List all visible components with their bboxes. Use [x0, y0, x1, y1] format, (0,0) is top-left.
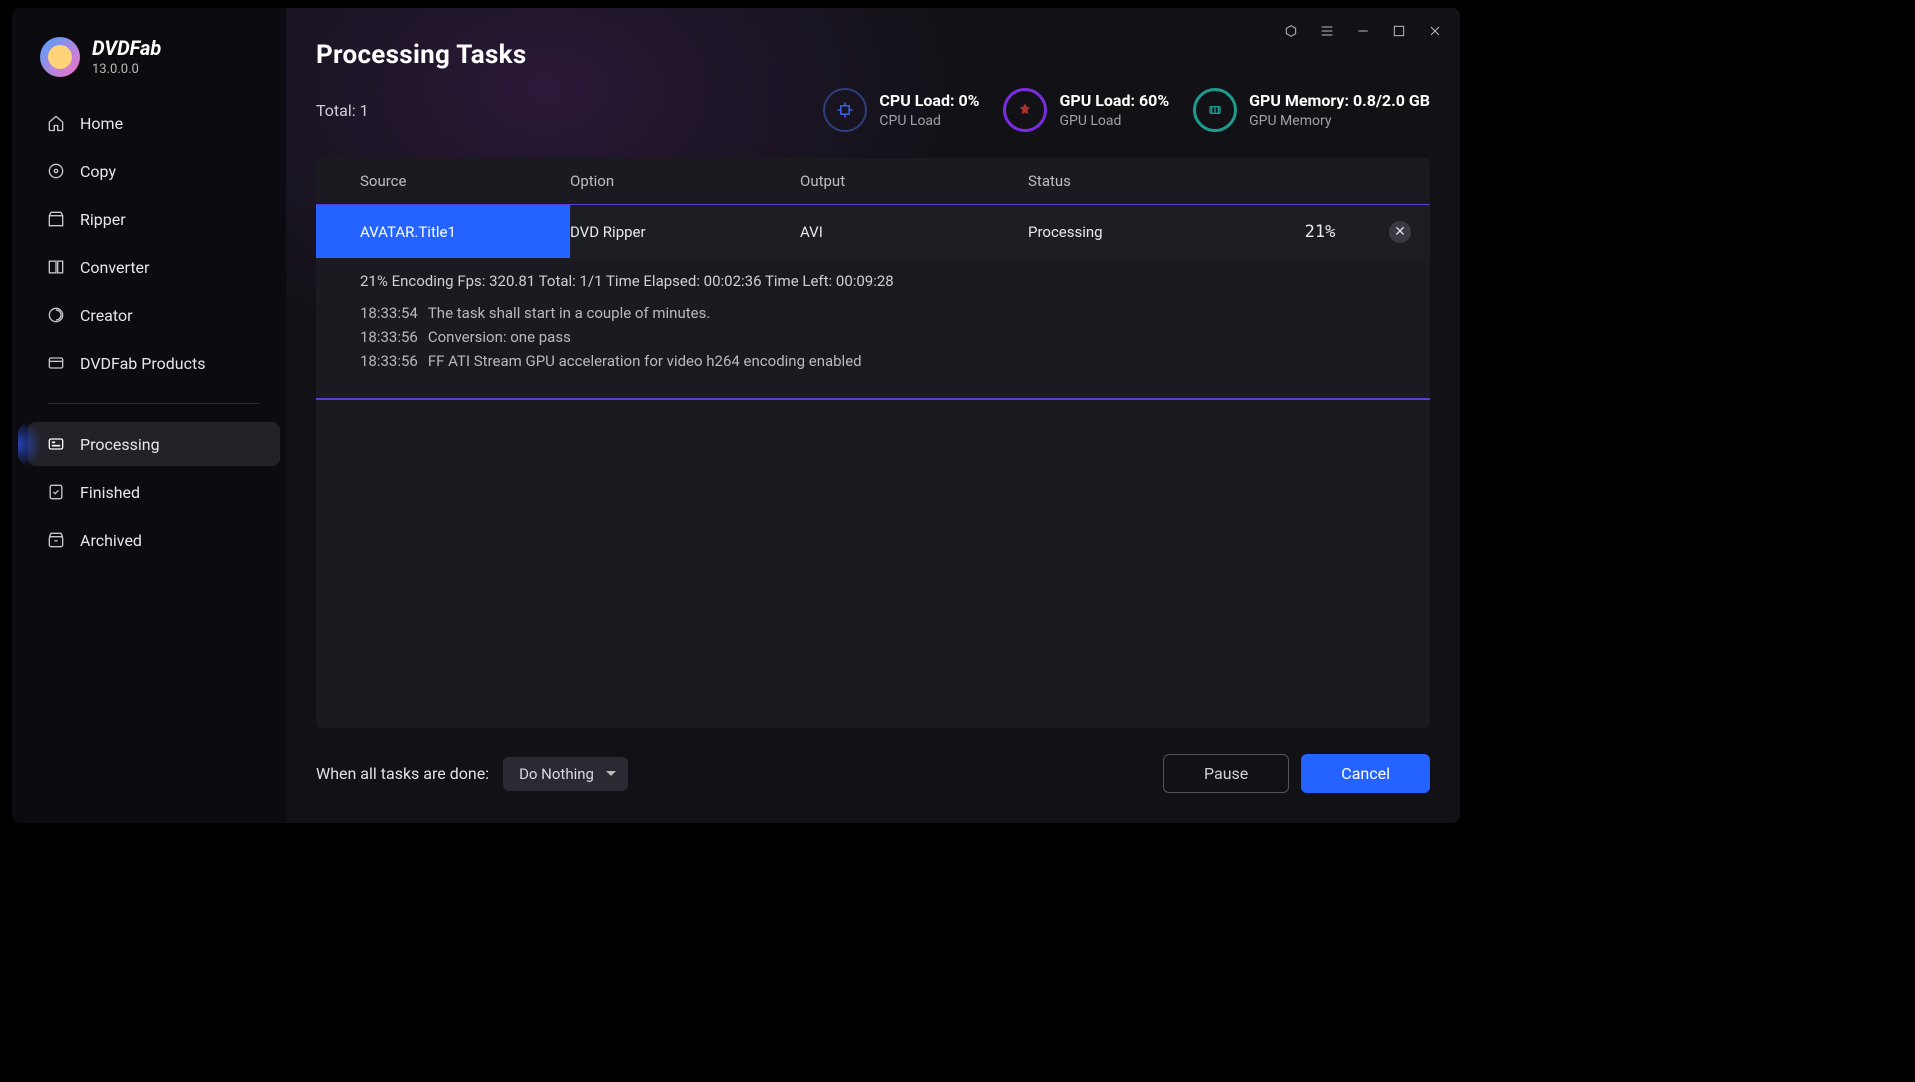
- sidebar-item-label: Processing: [80, 435, 160, 454]
- task-output: AVI: [800, 223, 1028, 241]
- brand-version: 13.0.0.0: [92, 62, 161, 77]
- processing-icon: [46, 434, 66, 454]
- main: Processing Tasks Total: 1 CPU Load: 0%CP…: [286, 8, 1460, 823]
- footer-label: When all tasks are done:: [316, 764, 489, 783]
- col-source: Source: [316, 172, 570, 190]
- sidebar-item-label: Creator: [80, 306, 133, 325]
- sidebar-item-home[interactable]: Home: [28, 101, 280, 145]
- maximize-icon[interactable]: [1390, 22, 1408, 40]
- col-option: Option: [570, 172, 800, 190]
- log-line: 18:33:54The task shall start in a couple…: [360, 304, 1430, 322]
- cpu-icon: [823, 88, 867, 132]
- task-option: DVD Ripper: [570, 223, 800, 241]
- sidebar-item-copy[interactable]: Copy: [28, 149, 280, 193]
- done-action-select[interactable]: Do Nothing: [503, 757, 628, 791]
- metric-mem-title: GPU Memory: 0.8/2.0 GB: [1249, 91, 1430, 110]
- metric-gpu-sub: GPU Load: [1059, 113, 1121, 129]
- metric-cpu-sub: CPU Load: [879, 113, 941, 129]
- task-progress-line: 21% Encoding Fps: 320.81 Total: 1/1 Time…: [360, 272, 1430, 290]
- brand-name: DVDFab: [92, 36, 161, 60]
- task-details: 21% Encoding Fps: 320.81 Total: 1/1 Time…: [316, 258, 1430, 400]
- box-icon: [46, 209, 66, 229]
- sidebar-item-finished[interactable]: Finished: [28, 470, 280, 514]
- sidebar-item-label: Archived: [80, 531, 142, 550]
- task-panel: Source Option Output Status AVATAR.Title…: [316, 158, 1430, 728]
- close-icon[interactable]: [1426, 22, 1444, 40]
- finished-icon: [46, 482, 66, 502]
- task-row[interactable]: AVATAR.Title1 DVD Ripper AVI Processing …: [316, 204, 1430, 258]
- sidebar-item-archived[interactable]: Archived: [28, 518, 280, 562]
- creator-icon: [46, 305, 66, 325]
- cancel-button[interactable]: Cancel: [1301, 754, 1430, 793]
- col-status: Status: [1028, 172, 1270, 190]
- sidebar-item-label: Finished: [80, 483, 140, 502]
- sidebar-item-ripper[interactable]: Ripper: [28, 197, 280, 241]
- total-label: Total: 1: [316, 101, 369, 120]
- converter-icon: [46, 257, 66, 277]
- sidebar-item-creator[interactable]: Creator: [28, 293, 280, 337]
- extra-icon[interactable]: [1282, 22, 1300, 40]
- page-title: Processing Tasks: [316, 40, 1430, 70]
- disc-icon: [46, 161, 66, 181]
- log-line: 18:33:56Conversion: one pass: [360, 328, 1430, 346]
- products-icon: [46, 353, 66, 373]
- metric-cpu: CPU Load: 0% CPU Load: [823, 88, 979, 132]
- gpu-icon: [1003, 88, 1047, 132]
- log-line: 18:33:56FF ATI Stream GPU acceleration f…: [360, 352, 1430, 370]
- nav-divider: [48, 403, 260, 404]
- sidebar-item-label: Home: [80, 114, 123, 133]
- archived-icon: [46, 530, 66, 550]
- footer: When all tasks are done: Do Nothing Paus…: [286, 728, 1460, 823]
- task-status: Processing: [1028, 223, 1270, 241]
- sidebar-item-label: Converter: [80, 258, 149, 277]
- task-remove-button[interactable]: ✕: [1389, 221, 1411, 243]
- pause-button[interactable]: Pause: [1163, 754, 1289, 793]
- minimize-icon[interactable]: [1354, 22, 1372, 40]
- home-icon: [46, 113, 66, 133]
- menu-icon[interactable]: [1318, 22, 1336, 40]
- sidebar-item-processing[interactable]: Processing: [28, 422, 280, 466]
- sidebar-item-products[interactable]: DVDFab Products: [28, 341, 280, 385]
- table-header: Source Option Output Status: [316, 158, 1430, 204]
- metric-mem-sub: GPU Memory: [1249, 113, 1331, 129]
- metric-mem: GPU Memory: 0.8/2.0 GB GPU Memory: [1193, 88, 1430, 132]
- metric-gpu-title: GPU Load: 60%: [1059, 91, 1169, 110]
- sidebar-item-label: DVDFab Products: [80, 354, 205, 373]
- task-percent: 21%: [1270, 222, 1370, 242]
- memory-icon: [1193, 88, 1237, 132]
- sidebar-item-converter[interactable]: Converter: [28, 245, 280, 289]
- task-source: AVATAR.Title1: [316, 205, 570, 258]
- metric-gpu: GPU Load: 60% GPU Load: [1003, 88, 1169, 132]
- sidebar-item-label: Copy: [80, 162, 116, 181]
- sidebar: DVDFab 13.0.0.0 Home Copy Ripper Convert…: [12, 8, 286, 823]
- brand-logo-icon: [40, 37, 80, 77]
- sidebar-item-label: Ripper: [80, 210, 126, 229]
- brand: DVDFab 13.0.0.0: [22, 28, 286, 101]
- col-output: Output: [800, 172, 1028, 190]
- metric-cpu-title: CPU Load: 0%: [879, 91, 979, 110]
